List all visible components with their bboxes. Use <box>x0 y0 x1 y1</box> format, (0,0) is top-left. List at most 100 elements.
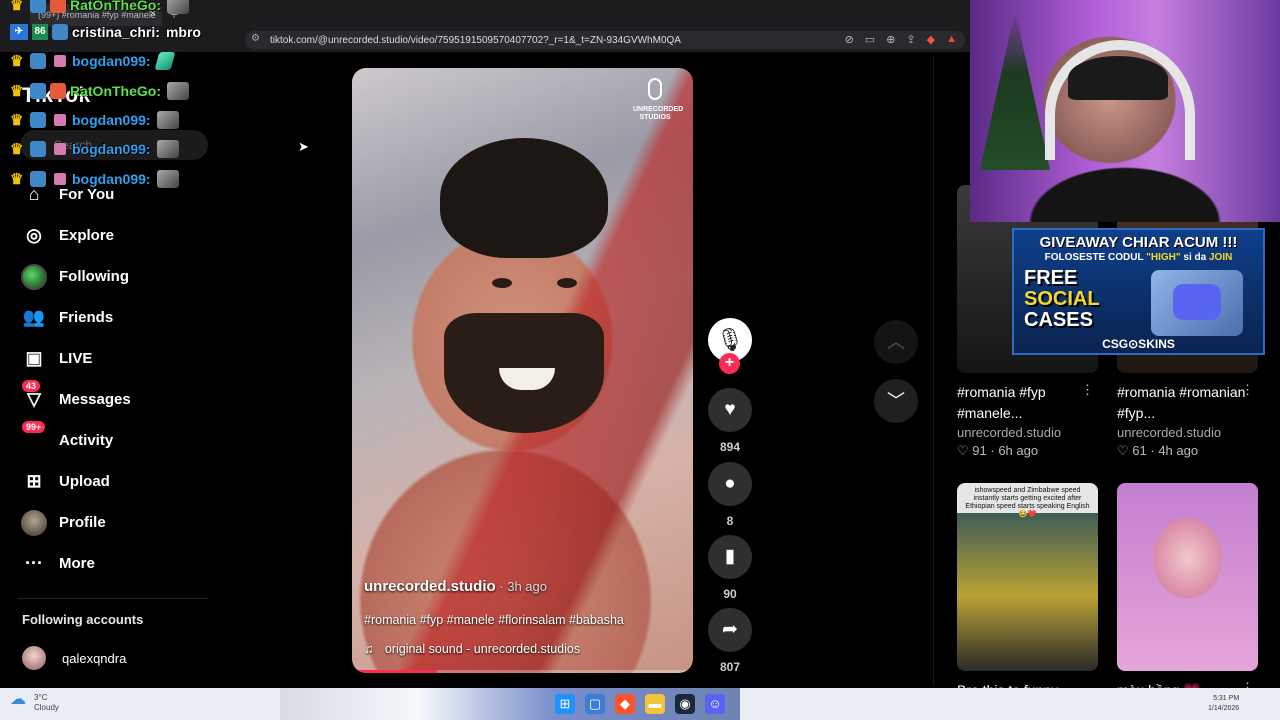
save-action: ▮ 90 <box>708 535 752 601</box>
emote-icon <box>156 140 179 158</box>
bookmark-icon[interactable]: ▮ <box>708 535 752 579</box>
video-progress-bar[interactable] <box>352 670 693 673</box>
chat-username: RatOnTheGo: <box>70 0 161 13</box>
video-progress-fill <box>352 670 438 673</box>
taskbar-apps: ⊞ ▢ ◆ ▬ ◉ ☺ <box>555 694 725 714</box>
task-view-icon[interactable]: ▢ <box>585 694 605 714</box>
sidebar-item-label: Explore <box>59 227 115 244</box>
sidebar-item-label: For You <box>59 186 115 203</box>
heart-outline-icon: ♡ <box>1117 443 1129 458</box>
microphone-icon <box>648 78 662 100</box>
crown-icon: ♛ <box>10 53 24 70</box>
bot-badge-icon <box>52 24 68 40</box>
upload-plus-icon: ⊞ <box>26 471 42 491</box>
card-title: #romania #fyp #manele... <box>957 384 1046 421</box>
chat-username: bogdan099: <box>72 171 151 187</box>
crown-icon: ♛ <box>10 141 24 158</box>
card-stats: ♡ 91 · 6h ago <box>957 443 1039 458</box>
share-arrow-icon[interactable]: ➦ <box>708 608 752 652</box>
crown-icon: ♛ <box>10 83 24 100</box>
chat-username: bogdan099: <box>72 141 151 157</box>
like-action: ♥ 894 <box>708 388 752 454</box>
emote-icon <box>154 52 175 70</box>
heart-icon[interactable]: ♥ <box>708 388 752 432</box>
sidebar-item-label: Messages <box>59 391 131 408</box>
zoom-icon[interactable]: ⊕ <box>886 33 895 46</box>
like-count: 894 <box>719 440 741 454</box>
card-author: unrecorded.studio <box>1117 425 1222 440</box>
steam-icon[interactable]: ◉ <box>675 694 695 714</box>
previous-video-button[interactable]: ︿ <box>874 320 918 364</box>
recommended-video-card[interactable]: màu hồng 💗 ⋮ <box>1117 483 1258 720</box>
sidebar-item-label: Friends <box>59 309 114 326</box>
sidebar-item-profile[interactable]: Profile <box>20 502 220 543</box>
brave-browser-icon[interactable]: ◆ <box>615 694 635 714</box>
sidebar-item-activity[interactable]: 99+ Activity <box>20 420 220 461</box>
more-options-icon[interactable]: ⋮ <box>1081 382 1094 398</box>
system-clock[interactable]: 5:31 PM 1/14/2026 <box>1208 694 1239 714</box>
sidebar-item-label: Following <box>59 268 129 285</box>
emote-icon <box>156 111 179 129</box>
badge-86-icon: 86 <box>32 24 48 40</box>
follow-button[interactable]: + <box>719 353 740 374</box>
more-options-icon[interactable]: ⋮ <box>1241 382 1254 398</box>
chat-message: ♛ RatOnTheGo: <box>10 0 189 14</box>
recommended-video-card[interactable]: ishowspeed and Zimbabwe speed instantly … <box>957 483 1098 720</box>
following-account-item[interactable]: qalexqndra <box>22 646 126 670</box>
subscriber-badge-icon: ✈ <box>10 24 28 40</box>
windows-start-icon[interactable]: ⊞ <box>555 694 575 714</box>
site-info-icon[interactable]: ⚙ <box>251 33 260 44</box>
next-video-button[interactable]: ﹀ <box>874 379 918 423</box>
giveaway-brand: CSG⊙SKINS <box>1102 337 1175 351</box>
cast-icon[interactable]: ▭ <box>865 33 875 46</box>
windows-taskbar: ☁ 3°C Cloudy ⊞ ▢ ◆ ▬ ◉ ☺ 5:31 PM 1/14/20… <box>0 688 1280 720</box>
gift-badge-icon <box>54 114 66 126</box>
chat-username: RatOnTheGo: <box>70 83 161 99</box>
url-text: tiktok.com/@unrecorded.studio/video/7595… <box>270 35 681 46</box>
activity-count-badge: 99+ <box>22 420 46 433</box>
sidebar-item-friends[interactable]: 👥 Friends <box>20 297 220 338</box>
following-accounts-title: Following accounts <box>22 612 144 627</box>
music-note-icon: ♫ <box>364 642 374 656</box>
no-camera-icon[interactable]: ⊘ <box>845 33 854 46</box>
share-icon[interactable]: ⇪ <box>906 33 915 46</box>
sidebar-item-explore[interactable]: ◎ Explore <box>20 215 220 256</box>
weather-widget[interactable]: ☁ 3°C Cloudy <box>10 692 59 713</box>
share-count: 807 <box>719 660 741 674</box>
chevron-down-icon: ﹀ <box>887 391 905 411</box>
heart-outline-icon: ♡ <box>957 443 969 458</box>
discord-app-icon[interactable]: ☺ <box>705 694 725 714</box>
following-avatar-icon <box>20 263 48 291</box>
giveaway-banner: GIVEAWAY CHIAR ACUM !!! FOLOSESTE CODUL … <box>1012 228 1265 355</box>
file-explorer-icon[interactable]: ▬ <box>645 694 665 714</box>
video-author[interactable]: unrecorded.studio · 3h ago <box>364 578 547 595</box>
sidebar-item-messages[interactable]: ▽ 43 Messages <box>20 379 220 420</box>
video-player[interactable]: UNRECORDED STUDIOS unrecorded.studio · 3… <box>352 68 693 673</box>
video-thumbnail <box>1117 483 1258 671</box>
friends-icon: 👥 <box>22 307 46 327</box>
thumbnail-caption: ishowspeed and Zimbabwe speed instantly … <box>965 487 1090 518</box>
brave-shields-icon[interactable]: ◆ <box>927 33 935 46</box>
account-avatar <box>22 646 46 670</box>
sidebar-item-following[interactable]: Following <box>20 256 220 297</box>
giveaway-offer: FREE SOCIAL CASES <box>1024 267 1100 331</box>
chat-message: ♛ bogdan099: <box>10 111 179 129</box>
crown-icon: ♛ <box>10 171 24 188</box>
brave-rewards-icon[interactable]: ▲ <box>946 33 957 46</box>
compass-icon: ◎ <box>26 225 42 245</box>
sidebar-item-label: Activity <box>59 432 114 449</box>
sword-badge-icon <box>50 83 66 99</box>
sidebar-item-label: LIVE <box>59 350 93 367</box>
sidebar-item-more[interactable]: ··· More <box>20 543 220 584</box>
chat-username: cristina_chri: <box>72 24 160 40</box>
sidebar-item-upload[interactable]: ⊞ Upload <box>20 461 220 502</box>
video-hashtags[interactable]: #romania #fyp #manele #florinsalam #baba… <box>364 613 624 627</box>
video-frame-eye <box>557 278 577 288</box>
chat-message: ✈ 86 cristina_chri: mbro <box>10 24 201 40</box>
sidebar-item-live[interactable]: ▣ LIVE <box>20 338 220 379</box>
url-field[interactable]: ⚙ tiktok.com/@unrecorded.studio/video/75… <box>245 31 965 49</box>
video-sound[interactable]: ♫ original sound - unrecorded.studios <box>364 642 580 656</box>
giveaway-headline: GIVEAWAY CHIAR ACUM !!! <box>1039 234 1238 251</box>
comment-icon[interactable]: ● <box>708 462 752 506</box>
bot-badge-icon <box>30 112 46 128</box>
